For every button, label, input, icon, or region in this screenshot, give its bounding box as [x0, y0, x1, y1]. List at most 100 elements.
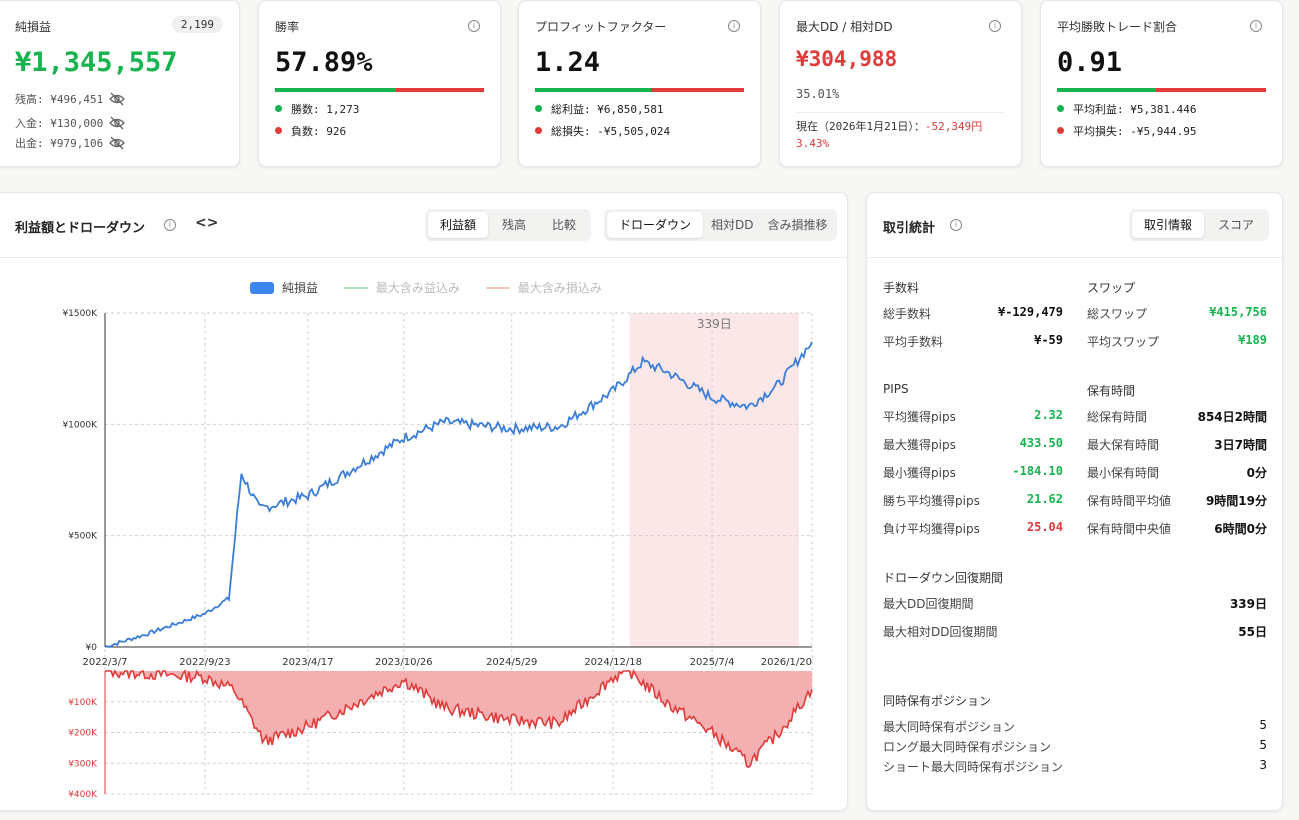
- stat-label: 総手数料: [883, 307, 932, 321]
- y-tick-label: ¥0: [86, 643, 98, 653]
- stat-max-short-positions: ショート最大同時保有ポジション 3: [883, 758, 1267, 774]
- x-tick-label: 2023/4/17: [282, 657, 333, 668]
- stat-pips-max: 最大獲得pips 433.50: [883, 436, 1063, 452]
- stat-value: 0分: [1246, 466, 1267, 480]
- fees-title: 手数料: [883, 281, 920, 295]
- stat-value: 5: [1259, 718, 1267, 732]
- stats-panel: 取引統計 i 取引情報 スコア 手数料 スワップ 総手数料 ¥-129,479 平…: [866, 192, 1283, 811]
- stat-label: ロング最大同時保有ポジション: [883, 740, 1052, 754]
- x-tick-label: 2023/10/26: [375, 657, 433, 668]
- stats-tabs: 取引情報 スコア: [1129, 209, 1270, 241]
- stat-value: ¥-129,479: [997, 305, 1063, 319]
- stat-label: 負け平均獲得pips: [883, 522, 980, 536]
- info-icon[interactable]: i: [950, 219, 962, 231]
- stat-value: 433.50: [1019, 436, 1063, 450]
- stat-pips-loss-avg: 負け平均獲得pips 25.04: [883, 520, 1063, 536]
- recovery-period-label: 339日: [697, 317, 732, 331]
- stat-holding-median: 保有時間中央値 6時間0分: [1087, 520, 1267, 536]
- dd-y-tick-label: ¥400K: [68, 790, 98, 800]
- eye-off-icon[interactable]: [109, 92, 126, 109]
- stat-label: ショート最大同時保有ポジション: [883, 760, 1064, 774]
- stat-total-swap: 総スワップ ¥415,756: [1087, 305, 1267, 321]
- wins-row: 勝数: 1,273: [275, 101, 359, 117]
- stat-rel-dd-recovery: 最大相対DD回復期間 55日: [883, 623, 1267, 639]
- info-icon[interactable]: i: [728, 20, 740, 32]
- stat-value: ¥415,756: [1209, 305, 1267, 319]
- gross-loss-text: 総損失: -¥5,505,024: [551, 125, 671, 138]
- avg-ratio-value: 0.91: [1057, 47, 1123, 78]
- win-loss-bar: [275, 88, 484, 92]
- stat-label: 保有時間平均値: [1087, 494, 1172, 508]
- eye-off-icon[interactable]: [109, 136, 126, 153]
- stat-max-positions: 最大同時保有ポジション 5: [883, 718, 1267, 734]
- stat-value: 3: [1259, 758, 1267, 772]
- losses-text: 負数: 926: [291, 125, 347, 138]
- x-tick-label: 2025/7/4: [690, 657, 735, 668]
- profit-chart[interactable]: 339日 2022/3/7 2022/9/23 2023/4/17 2023/10/26…: [0, 193, 848, 811]
- kpi-card-max-dd: 最大DD / 相対DD i ¥304,988 35.01% 現在（2026年1月…: [779, 0, 1022, 167]
- stat-total-fee: 総手数料 ¥-129,479: [883, 305, 1063, 321]
- profit-loss-bar: [535, 88, 744, 92]
- positions-title: 同時保有ポジション: [883, 694, 992, 708]
- stats-panel-title: 取引統計: [883, 221, 936, 236]
- stat-max-dd-recovery: 最大DD回復期間 339日: [883, 595, 1267, 611]
- avg-profit-text: 平均利益: ¥5,381.446: [1073, 103, 1197, 116]
- stat-holding-total: 総保有時間 854日2時間: [1087, 408, 1267, 424]
- current-dd-pct: 3.43%: [796, 137, 830, 150]
- tab-score[interactable]: スコア: [1206, 212, 1266, 238]
- kpi-label: 勝率: [275, 20, 300, 34]
- x-tick-label: 2022/3/7: [83, 657, 128, 668]
- stat-value: 25.04: [1026, 520, 1063, 534]
- x-tick-label: 2024/5/29: [486, 657, 537, 668]
- gross-loss-row: 総損失: -¥5,505,024: [535, 123, 670, 139]
- stat-holding-max: 最大保有時間 3日7時間: [1087, 436, 1267, 452]
- stat-max-long-positions: ロング最大同時保有ポジション 5: [883, 738, 1267, 754]
- profit-factor-value: 1.24: [535, 47, 601, 78]
- x-tick-label: 2022/9/23: [179, 657, 230, 668]
- stat-value: 55日: [1238, 625, 1267, 639]
- eye-off-icon[interactable]: [109, 116, 126, 133]
- stat-value: 9時間19分: [1205, 494, 1267, 508]
- stat-value: 3日7時間: [1214, 438, 1267, 452]
- stat-value: ¥-59: [1034, 333, 1063, 347]
- stat-value: 5: [1259, 738, 1267, 752]
- info-icon[interactable]: i: [1250, 20, 1262, 32]
- dd-y-tick-label: ¥200K: [68, 729, 98, 739]
- stat-label: 平均獲得pips: [883, 410, 956, 424]
- holding-title: 保有時間: [1087, 384, 1136, 398]
- kpi-label: 平均勝敗トレード割合: [1057, 20, 1178, 34]
- stat-value: 6時間0分: [1214, 522, 1267, 536]
- y-tick-label: ¥1500K: [62, 309, 98, 319]
- stat-value: -184.10: [1012, 464, 1063, 478]
- gross-profit-text: 総利益: ¥6,850,581: [551, 103, 664, 116]
- stat-label: 総スワップ: [1087, 307, 1148, 321]
- stat-value: 854日2時間: [1197, 410, 1267, 424]
- divider: [796, 112, 1005, 113]
- stat-label: 勝ち平均獲得pips: [883, 494, 980, 508]
- swap-title: スワップ: [1087, 281, 1136, 295]
- deposit-text: 入金: ¥130,000: [15, 117, 104, 130]
- relative-dd-value: 35.01%: [796, 87, 840, 101]
- stat-avg-swap: 平均スワップ ¥189: [1087, 333, 1267, 349]
- avg-loss-text: 平均損失: -¥5,944.95: [1073, 125, 1197, 138]
- kpi-card-avg-ratio: 平均勝敗トレード割合 i 0.91 平均利益: ¥5,381.446 平均損失:…: [1040, 0, 1283, 167]
- trade-count-badge: 2,199: [171, 16, 223, 33]
- x-tick-label: 2024/12/18: [584, 657, 642, 668]
- kpi-card-win-rate: 勝率 i 57.89% 勝数: 1,273 負数: 926: [258, 0, 501, 167]
- stat-pips-avg: 平均獲得pips 2.32: [883, 408, 1063, 424]
- stat-avg-fee: 平均手数料 ¥-59: [883, 333, 1063, 349]
- tab-trade-info[interactable]: 取引情報: [1132, 212, 1205, 238]
- max-dd-value: ¥304,988: [796, 47, 898, 71]
- balance-text: 残高: ¥496,451: [15, 93, 104, 106]
- info-icon[interactable]: i: [468, 20, 480, 32]
- header-divider: [867, 257, 1282, 258]
- current-dd-line: 現在（2026年1月21日）：-52,349円: [796, 118, 982, 134]
- info-icon[interactable]: i: [989, 20, 1001, 32]
- withdrawal-text: 出金: ¥979,106: [15, 137, 104, 150]
- kpi-label: プロフィットファクター: [535, 20, 667, 34]
- kpi-card-profit-factor: プロフィットファクター i 1.24 総利益: ¥6,850,581 総損失: …: [518, 0, 761, 167]
- stat-label: 保有時間中央値: [1087, 522, 1172, 536]
- kpi-label: 純損益: [15, 20, 52, 34]
- stat-label: 平均スワップ: [1087, 335, 1160, 349]
- stat-label: 最小獲得pips: [883, 466, 956, 480]
